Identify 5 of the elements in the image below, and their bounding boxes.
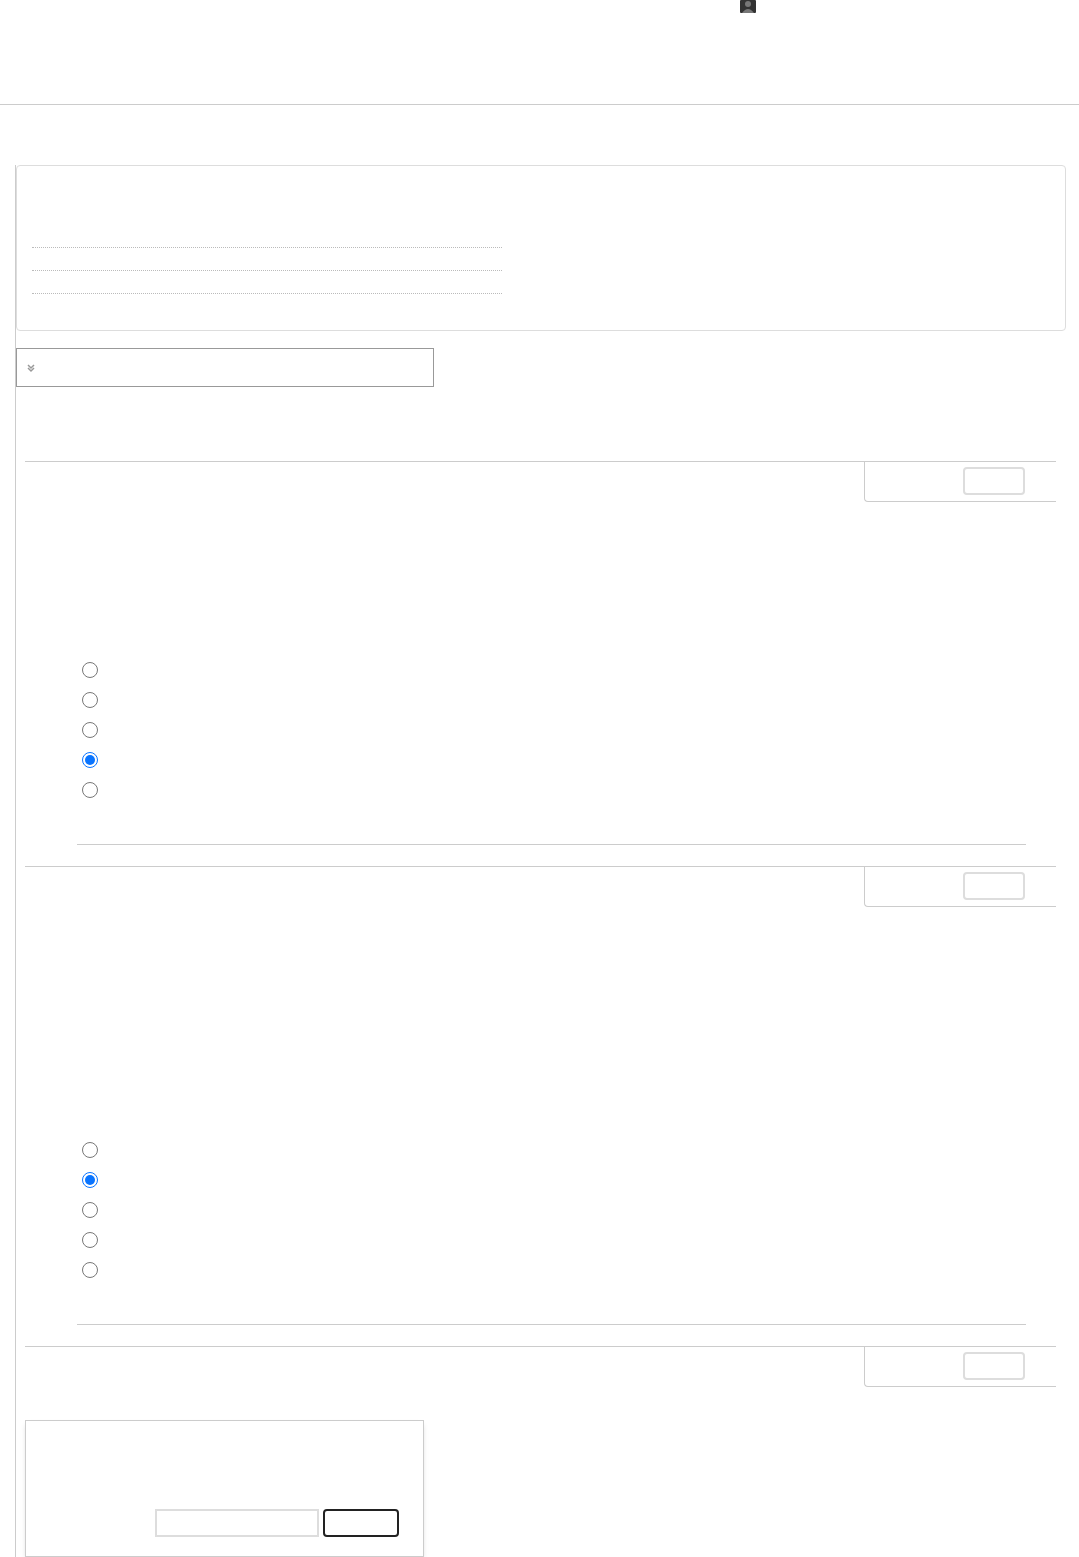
collapse-panel[interactable] bbox=[16, 348, 434, 387]
user-avatar-icon[interactable] bbox=[740, 0, 756, 13]
input-field[interactable] bbox=[155, 1509, 319, 1537]
double-chevron-down-icon bbox=[26, 362, 36, 373]
dialog-button[interactable] bbox=[323, 1509, 399, 1537]
